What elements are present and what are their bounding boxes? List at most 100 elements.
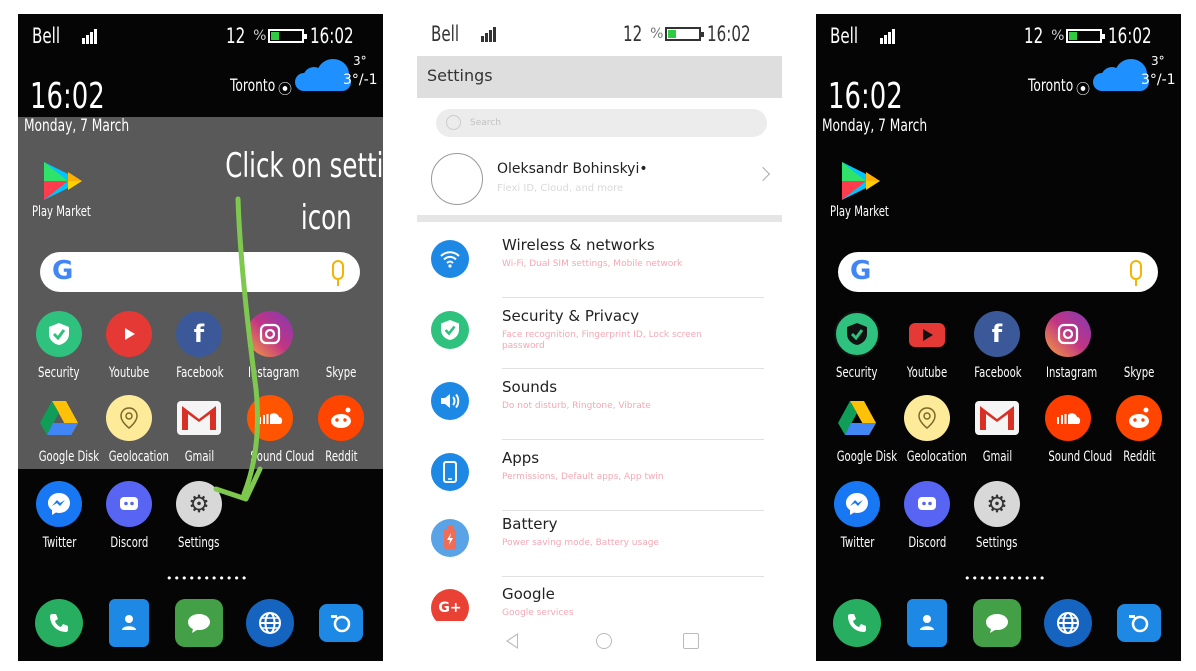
phone-icon [833, 599, 881, 647]
app-security[interactable]: Security [825, 311, 889, 381]
settings-item-battery[interactable]: Battery Power saving mode, Battery usage [417, 511, 782, 581]
play-market-icon[interactable] [42, 160, 84, 202]
app-reddit[interactable]: Reddit [1107, 395, 1171, 465]
contacts-icon [907, 599, 947, 647]
profile-entry[interactable]: Oleksandr Bohinskyi• Flexi ID, Cloud, an… [417, 147, 782, 215]
item-subtitle: Do not disturb, Ringtone, Vibrate [502, 401, 651, 411]
item-subtitle: Power saving mode, Battery usage [502, 538, 659, 548]
app-google-disk[interactable]: Google Disk [27, 395, 99, 465]
settings-header: Settings [417, 56, 782, 98]
phone-app-icon [431, 453, 469, 491]
search-input[interactable] [470, 113, 750, 133]
item-subtitle: Face recognition, Fingerprint ID, Lock s… [502, 330, 702, 351]
globe-icon [246, 599, 294, 647]
status-bar: Bell 12 % 16:02 [417, 14, 782, 56]
app-geolocation[interactable]: Geolocation [97, 395, 169, 465]
page-indicator[interactable]: ••••••••••• [964, 572, 1046, 585]
status-right: 12 % 16:02 [1024, 24, 1169, 48]
google-search-bar[interactable]: G [40, 252, 360, 292]
settings-screen: Bell 12 % 16:02 Settings Oleksandr Bohin… [417, 14, 782, 661]
google-drive-icon [834, 395, 880, 441]
date-label: Monday, 7 March [822, 116, 928, 136]
app-settings[interactable]: ⚙ Settings [965, 481, 1029, 551]
app-gmail[interactable]: Gmail [965, 395, 1029, 465]
home-screen: Bell 12 % 16:02 16:02 Toronto ⦿ 3° 3°/-1… [816, 14, 1181, 661]
app-twitter[interactable]: Twitter [825, 481, 889, 551]
app-youtube[interactable]: Youtube [895, 311, 959, 381]
settings-search[interactable] [436, 109, 767, 137]
messenger-icon [36, 481, 82, 527]
arrow-annotation [213, 196, 263, 502]
app-discord[interactable]: Discord [895, 481, 959, 551]
app-instagram[interactable]: Instagram [1036, 311, 1100, 381]
battery-icon [431, 519, 469, 557]
home-icon[interactable] [596, 633, 612, 649]
app-discord[interactable]: Discord [97, 481, 161, 551]
app-skype[interactable]: Skype [309, 311, 373, 381]
home-screen-annotated: Bell 12 % 16:02 16:02 Toronto ⦿ 3° 3°/-1… [18, 14, 383, 661]
recent-apps-icon[interactable] [683, 633, 699, 649]
item-subtitle: Wi-Fi, Dual SIM settings, Mobile network [502, 259, 683, 269]
dock-contacts[interactable] [895, 599, 959, 647]
weather-temp-range: 3°/-1 [1141, 72, 1176, 88]
app-security[interactable]: Security [27, 311, 91, 381]
battery-percent: 12 [623, 22, 643, 46]
contacts-icon [109, 599, 149, 647]
profile-subtitle: Flexi ID, Cloud, and more [497, 183, 624, 194]
clock-widget[interactable]: 16:02 [828, 76, 932, 117]
app-reddit[interactable]: Reddit [309, 395, 373, 465]
row-divider [502, 576, 764, 577]
item-subtitle: Google services [502, 608, 574, 618]
battery-icon [665, 27, 705, 41]
app-youtube[interactable]: Youtube [97, 311, 161, 381]
instagram-icon [1045, 311, 1091, 357]
google-search-bar[interactable]: G [838, 252, 1158, 292]
discord-icon [904, 481, 950, 527]
gmail-icon [975, 401, 1019, 435]
status-carrier: Bell [830, 24, 896, 49]
page-indicator[interactable]: ••••••••••• [166, 572, 248, 585]
app-skype[interactable]: Skype [1107, 311, 1171, 381]
settings-item-sounds[interactable]: Sounds Do not disturb, Ringtone, Vibrate [417, 374, 782, 444]
dock-contacts[interactable] [97, 599, 161, 647]
app-google-disk[interactable]: Google Disk [825, 395, 897, 465]
dock-browser[interactable] [238, 599, 302, 647]
battery-icon [268, 29, 308, 43]
dock-messages[interactable] [167, 599, 231, 647]
settings-item-wireless[interactable]: Wireless & networks Wi-Fi, Dual SIM sett… [417, 232, 782, 302]
shield-icon [431, 311, 469, 349]
dock-phone[interactable] [27, 599, 91, 647]
weather-temp-current: 3° [1151, 54, 1165, 68]
dock-browser[interactable] [1036, 599, 1100, 647]
microphone-icon[interactable] [1130, 260, 1142, 286]
app-facebook[interactable]: f Facebook [965, 311, 1029, 381]
settings-item-security[interactable]: Security & Privacy Face recognition, Fin… [417, 303, 782, 373]
clock-widget[interactable]: 16:02 [30, 76, 134, 117]
dock-phone[interactable] [825, 599, 889, 647]
speaker-icon [431, 382, 469, 420]
percent-symbol: % [253, 28, 267, 44]
reddit-icon [318, 395, 364, 441]
dock-camera[interactable] [1107, 599, 1171, 642]
microphone-icon[interactable] [332, 260, 344, 286]
app-sound-cloud[interactable]: Sound Cloud [1036, 395, 1112, 465]
messages-icon [175, 599, 223, 647]
youtube-icon [904, 311, 950, 357]
camera-icon [319, 604, 363, 642]
dock-camera[interactable] [309, 599, 373, 642]
app-geolocation[interactable]: Geolocation [895, 395, 967, 465]
profile-name: Oleksandr Bohinskyi• [497, 161, 648, 177]
status-carrier: Bell [32, 24, 98, 49]
back-icon[interactable] [506, 633, 518, 649]
location-pin-icon: ⦿ [1076, 82, 1090, 98]
item-title: Google [502, 585, 555, 603]
skype-icon [1116, 311, 1162, 357]
instruction-line-1: Click on settings [225, 146, 383, 186]
app-twitter[interactable]: Twitter [27, 481, 91, 551]
google-g-icon: G [850, 256, 872, 286]
dock-messages[interactable] [965, 599, 1029, 647]
play-market-icon[interactable] [840, 160, 882, 202]
shield-icon [36, 311, 82, 357]
settings-item-apps[interactable]: Apps Permissions, Default apps, App twin [417, 445, 782, 515]
signal-icon [879, 25, 896, 49]
